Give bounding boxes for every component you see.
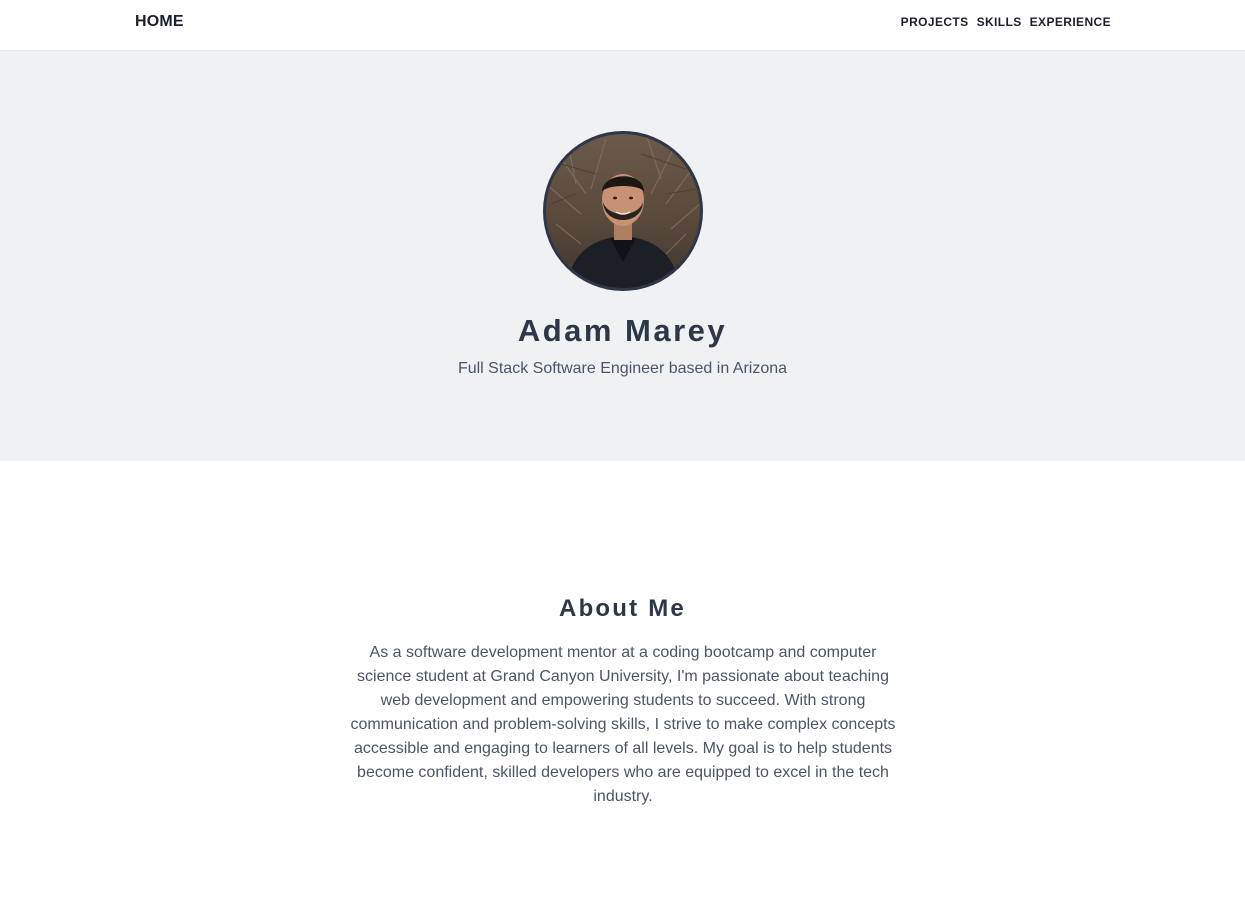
- navbar: HOME PROJECTS SKILLS EXPERIENCE: [0, 0, 1245, 51]
- about-section: About Me As a software development mento…: [0, 461, 1245, 904]
- nav-links: PROJECTS SKILLS EXPERIENCE: [901, 15, 1111, 29]
- about-text: As a software development mentor at a co…: [350, 644, 896, 805]
- about-title: About Me: [559, 595, 686, 622]
- avatar: [543, 131, 703, 291]
- nav-link-skills[interactable]: SKILLS: [977, 15, 1022, 29]
- nav-home-link[interactable]: HOME: [135, 13, 184, 31]
- hero-name: Adam Marey: [517, 313, 728, 348]
- nav-link-experience[interactable]: EXPERIENCE: [1030, 15, 1111, 29]
- nav-link-projects[interactable]: PROJECTS: [901, 15, 969, 29]
- profile-photo-icon: [546, 134, 700, 288]
- hero-subtitle: Full Stack Software Engineer based in Ar…: [457, 360, 788, 377]
- hero-section: Adam Marey Full Stack Software Engineer …: [0, 51, 1245, 461]
